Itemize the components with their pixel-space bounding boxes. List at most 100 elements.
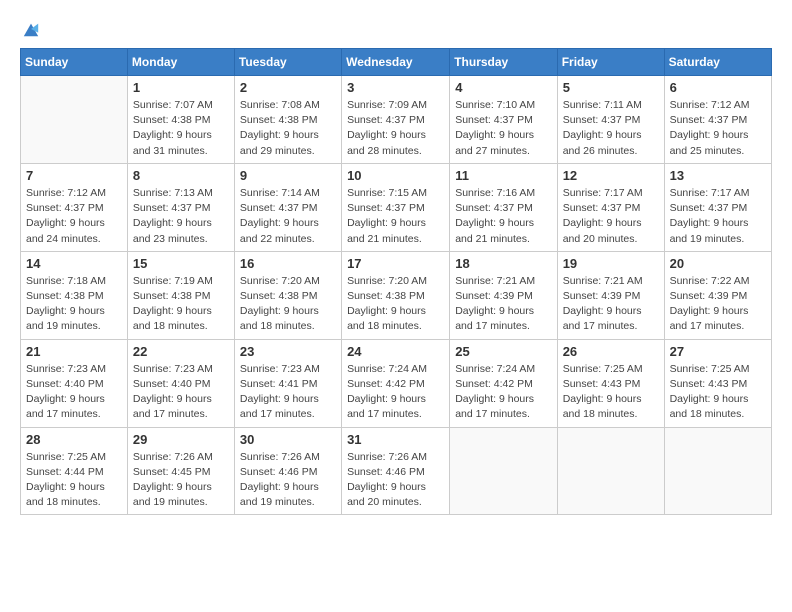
calendar-cell: 25Sunrise: 7:24 AMSunset: 4:42 PMDayligh… bbox=[450, 339, 557, 427]
day-number: 8 bbox=[133, 168, 229, 183]
week-row-4: 28 Sunrise: 7:25 AMSunset: 4:44 PMDayligh… bbox=[21, 427, 772, 515]
day-info: Sunrise: 7:11 AMSunset: 4:37 PMDaylight:… bbox=[563, 98, 659, 159]
calendar-cell bbox=[557, 427, 664, 515]
day-info: Sunrise: 7:15 AMSunset: 4:37 PMDaylight:… bbox=[347, 186, 444, 247]
header-day-sunday: Sunday bbox=[21, 49, 128, 76]
day-info: Sunrise: 7:22 AMSunset: 4:39 PMDaylight:… bbox=[670, 274, 766, 335]
day-info: Sunrise: 7:26 AMSunset: 4:45 PMDaylight:… bbox=[133, 450, 229, 511]
week-row-3: 21 Sunrise: 7:23 AMSunset: 4:40 PMDayligh… bbox=[21, 339, 772, 427]
calendar-cell: 30 Sunrise: 7:26 AMSunset: 4:46 PMDayligh… bbox=[234, 427, 341, 515]
day-number: 10 bbox=[347, 168, 444, 183]
calendar-cell: 17 Sunrise: 7:20 AMSunset: 4:38 PMDayligh… bbox=[342, 251, 450, 339]
day-info: Sunrise: 7:23 AMSunset: 4:40 PMDaylight:… bbox=[26, 362, 122, 423]
day-number: 19 bbox=[563, 256, 659, 271]
day-info: Sunrise: 7:17 AMSunset: 4:37 PMDaylight:… bbox=[670, 186, 766, 247]
day-number: 22 bbox=[133, 344, 229, 359]
day-info: Sunrise: 7:07 AMSunset: 4:38 PMDaylight:… bbox=[133, 98, 229, 159]
day-info: Sunrise: 7:23 AMSunset: 4:41 PMDaylight:… bbox=[240, 362, 336, 423]
calendar-cell: 8 Sunrise: 7:13 AMSunset: 4:37 PMDaylight… bbox=[127, 163, 234, 251]
day-number: 16 bbox=[240, 256, 336, 271]
day-info: Sunrise: 7:25 AMSunset: 4:43 PMDaylight:… bbox=[670, 362, 766, 423]
day-number: 27 bbox=[670, 344, 766, 359]
day-info: Sunrise: 7:10 AMSunset: 4:37 PMDaylight:… bbox=[455, 98, 551, 159]
day-number: 31 bbox=[347, 432, 444, 447]
day-number: 2 bbox=[240, 80, 336, 95]
calendar-cell: 20 Sunrise: 7:22 AMSunset: 4:39 PMDayligh… bbox=[664, 251, 771, 339]
calendar-cell: 2 Sunrise: 7:08 AMSunset: 4:38 PMDaylight… bbox=[234, 76, 341, 164]
day-info: Sunrise: 7:24 AMSunset: 4:42 PMDaylight:… bbox=[347, 362, 444, 423]
calendar-cell: 6Sunrise: 7:12 AMSunset: 4:37 PMDaylight… bbox=[664, 76, 771, 164]
day-info: Sunrise: 7:26 AMSunset: 4:46 PMDaylight:… bbox=[347, 450, 444, 511]
calendar-cell: 1 Sunrise: 7:07 AMSunset: 4:38 PMDaylight… bbox=[127, 76, 234, 164]
day-number: 23 bbox=[240, 344, 336, 359]
calendar-header: SundayMondayTuesdayWednesdayThursdayFrid… bbox=[21, 49, 772, 76]
day-info: Sunrise: 7:25 AMSunset: 4:44 PMDaylight:… bbox=[26, 450, 122, 511]
day-info: Sunrise: 7:08 AMSunset: 4:38 PMDaylight:… bbox=[240, 98, 336, 159]
calendar-cell: 31 Sunrise: 7:26 AMSunset: 4:46 PMDayligh… bbox=[342, 427, 450, 515]
calendar-cell: 11Sunrise: 7:16 AMSunset: 4:37 PMDayligh… bbox=[450, 163, 557, 251]
header-row: SundayMondayTuesdayWednesdayThursdayFrid… bbox=[21, 49, 772, 76]
header-day-monday: Monday bbox=[127, 49, 234, 76]
day-info: Sunrise: 7:21 AMSunset: 4:39 PMDaylight:… bbox=[455, 274, 551, 335]
week-row-1: 7Sunrise: 7:12 AMSunset: 4:37 PMDaylight… bbox=[21, 163, 772, 251]
calendar-cell: 18 Sunrise: 7:21 AMSunset: 4:39 PMDayligh… bbox=[450, 251, 557, 339]
calendar-cell bbox=[21, 76, 128, 164]
day-info: Sunrise: 7:20 AMSunset: 4:38 PMDaylight:… bbox=[347, 274, 444, 335]
calendar-cell: 15 Sunrise: 7:19 AMSunset: 4:38 PMDayligh… bbox=[127, 251, 234, 339]
day-number: 12 bbox=[563, 168, 659, 183]
calendar-cell: 22 Sunrise: 7:23 AMSunset: 4:40 PMDayligh… bbox=[127, 339, 234, 427]
day-number: 3 bbox=[347, 80, 444, 95]
calendar-body: 1 Sunrise: 7:07 AMSunset: 4:38 PMDaylight… bbox=[21, 76, 772, 515]
calendar-cell: 7Sunrise: 7:12 AMSunset: 4:37 PMDaylight… bbox=[21, 163, 128, 251]
day-number: 17 bbox=[347, 256, 444, 271]
calendar-cell: 24 Sunrise: 7:24 AMSunset: 4:42 PMDayligh… bbox=[342, 339, 450, 427]
calendar-cell: 4 Sunrise: 7:10 AMSunset: 4:37 PMDaylight… bbox=[450, 76, 557, 164]
calendar-cell: 29 Sunrise: 7:26 AMSunset: 4:45 PMDayligh… bbox=[127, 427, 234, 515]
calendar-cell: 19 Sunrise: 7:21 AMSunset: 4:39 PMDayligh… bbox=[557, 251, 664, 339]
day-number: 24 bbox=[347, 344, 444, 359]
day-number: 28 bbox=[26, 432, 122, 447]
calendar-cell: 12 Sunrise: 7:17 AMSunset: 4:37 PMDayligh… bbox=[557, 163, 664, 251]
calendar-cell bbox=[664, 427, 771, 515]
day-number: 21 bbox=[26, 344, 122, 359]
day-info: Sunrise: 7:25 AMSunset: 4:43 PMDaylight:… bbox=[563, 362, 659, 423]
day-info: Sunrise: 7:26 AMSunset: 4:46 PMDaylight:… bbox=[240, 450, 336, 511]
day-number: 9 bbox=[240, 168, 336, 183]
calendar-cell: 16Sunrise: 7:20 AMSunset: 4:38 PMDayligh… bbox=[234, 251, 341, 339]
day-info: Sunrise: 7:09 AMSunset: 4:37 PMDaylight:… bbox=[347, 98, 444, 159]
day-number: 11 bbox=[455, 168, 551, 183]
calendar-cell: 14 Sunrise: 7:18 AMSunset: 4:38 PMDayligh… bbox=[21, 251, 128, 339]
calendar-cell: 13 Sunrise: 7:17 AMSunset: 4:37 PMDayligh… bbox=[664, 163, 771, 251]
day-number: 29 bbox=[133, 432, 229, 447]
header-day-friday: Friday bbox=[557, 49, 664, 76]
calendar-cell: 5Sunrise: 7:11 AMSunset: 4:37 PMDaylight… bbox=[557, 76, 664, 164]
calendar-cell: 26Sunrise: 7:25 AMSunset: 4:43 PMDayligh… bbox=[557, 339, 664, 427]
day-number: 15 bbox=[133, 256, 229, 271]
day-number: 1 bbox=[133, 80, 229, 95]
day-number: 13 bbox=[670, 168, 766, 183]
day-info: Sunrise: 7:13 AMSunset: 4:37 PMDaylight:… bbox=[133, 186, 229, 247]
day-info: Sunrise: 7:19 AMSunset: 4:38 PMDaylight:… bbox=[133, 274, 229, 335]
day-info: Sunrise: 7:18 AMSunset: 4:38 PMDaylight:… bbox=[26, 274, 122, 335]
day-number: 30 bbox=[240, 432, 336, 447]
day-info: Sunrise: 7:17 AMSunset: 4:37 PMDaylight:… bbox=[563, 186, 659, 247]
day-number: 18 bbox=[455, 256, 551, 271]
header-day-thursday: Thursday bbox=[450, 49, 557, 76]
calendar-cell: 9Sunrise: 7:14 AMSunset: 4:37 PMDaylight… bbox=[234, 163, 341, 251]
calendar-cell: 28 Sunrise: 7:25 AMSunset: 4:44 PMDayligh… bbox=[21, 427, 128, 515]
day-number: 20 bbox=[670, 256, 766, 271]
day-info: Sunrise: 7:23 AMSunset: 4:40 PMDaylight:… bbox=[133, 362, 229, 423]
calendar-table: SundayMondayTuesdayWednesdayThursdayFrid… bbox=[20, 48, 772, 515]
week-row-0: 1 Sunrise: 7:07 AMSunset: 4:38 PMDaylight… bbox=[21, 76, 772, 164]
calendar-cell bbox=[450, 427, 557, 515]
calendar-cell: 27 Sunrise: 7:25 AMSunset: 4:43 PMDayligh… bbox=[664, 339, 771, 427]
day-info: Sunrise: 7:24 AMSunset: 4:42 PMDaylight:… bbox=[455, 362, 551, 423]
week-row-2: 14 Sunrise: 7:18 AMSunset: 4:38 PMDayligh… bbox=[21, 251, 772, 339]
day-info: Sunrise: 7:12 AMSunset: 4:37 PMDaylight:… bbox=[670, 98, 766, 159]
day-number: 4 bbox=[455, 80, 551, 95]
day-number: 14 bbox=[26, 256, 122, 271]
calendar-cell: 3 Sunrise: 7:09 AMSunset: 4:37 PMDaylight… bbox=[342, 76, 450, 164]
day-info: Sunrise: 7:21 AMSunset: 4:39 PMDaylight:… bbox=[563, 274, 659, 335]
calendar-cell: 10 Sunrise: 7:15 AMSunset: 4:37 PMDayligh… bbox=[342, 163, 450, 251]
calendar-cell: 21 Sunrise: 7:23 AMSunset: 4:40 PMDayligh… bbox=[21, 339, 128, 427]
